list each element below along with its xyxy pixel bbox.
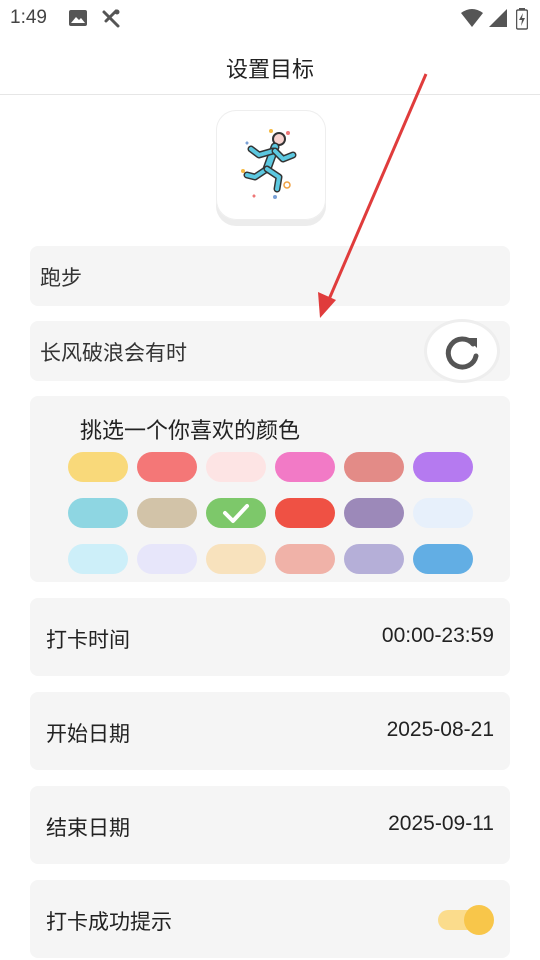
color-swatch[interactable] [137, 452, 197, 482]
end-date-row[interactable]: 结束日期 2025-09-11 [30, 786, 510, 864]
status-time: 1:49 [10, 7, 47, 28]
success-tip-label: 打卡成功提示 [46, 910, 172, 934]
color-swatch[interactable] [275, 498, 335, 528]
start-date-value: 2025-08-21 [386, 718, 494, 741]
start-date-row[interactable]: 开始日期 2025-08-21 [30, 692, 510, 770]
color-swatch[interactable] [275, 544, 335, 574]
check-icon [223, 504, 249, 523]
color-swatch[interactable] [344, 452, 404, 482]
app-header: 设置目标 [0, 36, 540, 95]
goal-icon-picker[interactable] [216, 110, 326, 220]
wifi-icon [460, 8, 484, 32]
goal-settings-screen: 1:49 设置目标 跑步 长风破浪会有时 挑选一个你喜欢的颜色 打卡时间 00:… [0, 0, 540, 960]
end-date-value: 2025-09-11 [388, 812, 494, 835]
end-date-label: 结束日期 [46, 816, 130, 840]
checkin-time-label: 打卡时间 [46, 628, 130, 652]
color-swatch[interactable] [206, 498, 266, 528]
image-icon [68, 8, 88, 32]
refresh-icon [445, 336, 479, 370]
color-swatch[interactable] [68, 544, 128, 574]
color-swatch[interactable] [68, 452, 128, 482]
color-swatch[interactable] [206, 544, 266, 574]
color-swatch[interactable] [206, 452, 266, 482]
color-swatch[interactable] [68, 498, 128, 528]
page-title: 设置目标 [225, 58, 314, 83]
color-swatch[interactable] [275, 452, 335, 482]
color-swatch[interactable] [344, 544, 404, 574]
status-bar: 1:49 [0, 0, 540, 36]
goal-name-value: 跑步 [40, 266, 82, 290]
refresh-motto-button[interactable] [424, 319, 500, 383]
battery-icon [515, 8, 529, 34]
color-swatch[interactable] [137, 498, 197, 528]
color-swatch[interactable] [413, 498, 473, 528]
motto-value: 长风破浪会有时 [40, 341, 187, 365]
running-person-icon [241, 129, 297, 199]
color-swatch[interactable] [344, 498, 404, 528]
no-signal-antenna-icon [100, 8, 122, 34]
toggle-thumb [464, 905, 494, 935]
success-tip-row: 打卡成功提示 [30, 880, 510, 958]
color-swatch[interactable] [137, 544, 197, 574]
cellular-signal-icon [488, 8, 508, 32]
start-date-label: 开始日期 [46, 722, 130, 746]
checkin-time-row[interactable]: 打卡时间 00:00-23:59 [30, 598, 510, 676]
checkin-time-value: 00:00-23:59 [381, 624, 494, 647]
color-swatch[interactable] [413, 544, 473, 574]
motto-field[interactable]: 长风破浪会有时 [30, 319, 510, 383]
color-swatch[interactable] [413, 452, 473, 482]
goal-name-field[interactable]: 跑步 [30, 246, 510, 306]
success-tip-toggle[interactable] [438, 904, 494, 935]
color-picker-title: 挑选一个你喜欢的颜色 [80, 419, 301, 444]
color-picker: 挑选一个你喜欢的颜色 [30, 396, 510, 582]
